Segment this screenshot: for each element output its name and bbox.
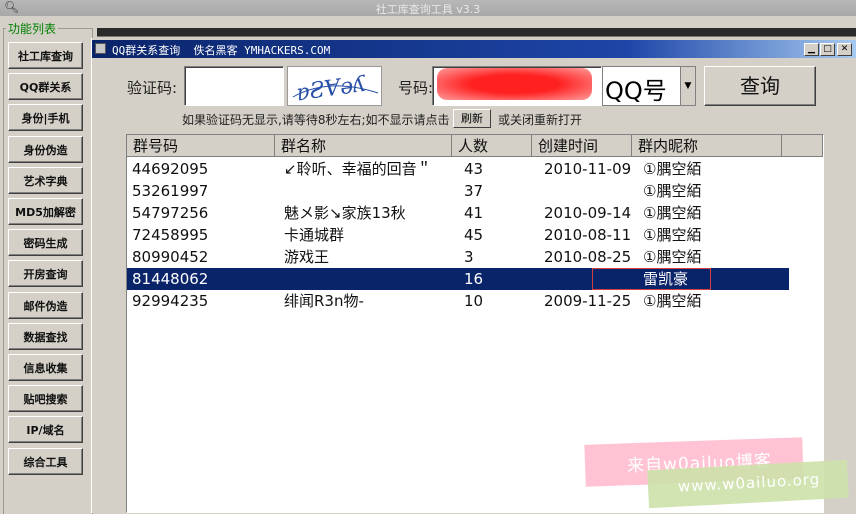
query-type-select[interactable]: QQ号 ▼ — [602, 66, 696, 106]
child-titlebar[interactable]: QQ群关系查询 佚名黑客 YMHACKERS.COM ▁ □ ✕ — [92, 40, 856, 58]
cell-id: 54797256 — [132, 204, 209, 222]
cell-created: 2010-11-09 — [544, 160, 632, 178]
captcha-input[interactable] — [184, 66, 284, 106]
sidebar-button[interactable]: 身份|手机 — [8, 104, 83, 132]
window-icon — [95, 43, 106, 54]
cell-created: 2010-09-14 — [544, 204, 632, 222]
column-header-filler — [782, 135, 823, 157]
cell-id: 53261997 — [132, 182, 209, 200]
watermark-url: www.w0ailuo.org — [677, 470, 821, 496]
child-title: QQ群关系查询 佚名黑客 YMHACKERS.COM — [112, 44, 331, 57]
app-title: 社工库查询工具 v3.3 — [375, 3, 481, 16]
sidebar-button[interactable]: 综合工具 — [8, 447, 83, 475]
sidebar-button[interactable]: 艺术字典 — [8, 166, 83, 194]
cell-nick: ①腢空絔 — [643, 226, 702, 244]
cell-name: 卡通城群 — [284, 226, 345, 244]
cell-created: 2010-08-11 — [544, 226, 632, 244]
function-list-legend: 功能列表 — [6, 20, 59, 37]
cell-name: 游戏王 — [284, 248, 330, 266]
sidebar-button[interactable]: 数据查找 — [8, 322, 83, 350]
cell-nick: ①腢空絔 — [643, 292, 702, 310]
cell-id: 80990452 — [132, 248, 209, 266]
cell-count: 45 — [464, 226, 484, 244]
cell-count: 16 — [464, 270, 484, 288]
app-titlebar[interactable]: 🔍︎ 社工库查询工具 v3.3 — [0, 0, 856, 16]
cell-nick: ①腢空絔 — [643, 182, 702, 200]
column-header[interactable]: 群名称 — [275, 135, 452, 157]
column-header[interactable]: 群号码 — [127, 135, 275, 157]
cell-created: 2009-11-25 — [544, 292, 632, 310]
sidebar-button[interactable]: 贴吧搜索 — [8, 385, 83, 413]
cell-count: 37 — [464, 182, 484, 200]
table-row[interactable]: 44692095 ↙聆听、幸福的回音＂ 43 2010-11-09 ①腢空絔 — [127, 158, 789, 180]
cell-count: 43 — [464, 160, 484, 178]
table-row[interactable]: 92994235 绯闻R3n物- 10 2009-11-25 ①腢空絔 — [127, 290, 789, 312]
chevron-down-icon[interactable]: ▼ — [680, 67, 695, 105]
close-button[interactable]: ✕ — [837, 43, 852, 56]
captcha-label: 验证码: — [127, 79, 178, 97]
cell-name: ↙聆听、幸福的回音＂ — [284, 160, 432, 178]
table-row[interactable]: 53261997 37 ①腢空絔 — [127, 180, 789, 202]
number-label: 号码: — [398, 79, 434, 97]
focus-rectangle — [592, 268, 711, 290]
sidebar-button[interactable]: 开房查询 — [8, 260, 83, 288]
cell-nick: ①腢空絔 — [643, 160, 702, 178]
query-button[interactable]: 查询 — [704, 66, 816, 106]
sidebar-button[interactable]: 信息收集 — [8, 354, 83, 381]
cell-name: 绯闻R3n物- — [284, 292, 364, 310]
cell-nick: ①腢空絔 — [643, 204, 702, 222]
maximize-button[interactable]: □ — [820, 43, 835, 56]
column-header[interactable]: 创建时间 — [532, 135, 632, 157]
cell-count: 3 — [464, 248, 474, 266]
refresh-button[interactable]: 刷新 — [453, 109, 491, 128]
captcha-hint: 如果验证码无显示,请等待8秒左右;如不显示请点击 — [182, 113, 450, 127]
cell-name: 魅メ影↘家族13秋 — [284, 204, 406, 222]
sidebar-button[interactable]: 身份伪造 — [8, 135, 83, 163]
cell-count: 41 — [464, 204, 484, 222]
sidebar-button[interactable]: MD5加解密 — [8, 198, 83, 225]
cell-id: 72458995 — [132, 226, 209, 244]
sidebar-button[interactable]: IP/域名 — [8, 416, 83, 444]
captcha-text: ɐƧⱯəʎ — [295, 72, 369, 106]
sidebar-button[interactable]: 社工库查询 — [8, 42, 83, 69]
cell-nick: ①腢空絔 — [643, 248, 702, 266]
query-type-value: QQ号 — [605, 77, 667, 105]
cell-id: 81448062 — [132, 270, 209, 288]
minimize-button[interactable]: ▁ — [804, 43, 819, 56]
cell-id: 92994235 — [132, 292, 209, 310]
table-row[interactable]: 80990452 游戏王 3 2010-08-25 ①腢空絔 — [127, 246, 789, 268]
captcha-hint-tail: 或关闭重新打开 — [498, 113, 583, 127]
column-header[interactable]: 人数 — [452, 135, 532, 157]
cell-created: 2010-08-25 — [544, 248, 632, 266]
cell-count: 10 — [464, 292, 484, 310]
sidebar-button[interactable]: QQ群关系 — [8, 73, 83, 101]
table-row[interactable]: 81448062 16 雷凯豪 — [127, 268, 789, 290]
sidebar-button[interactable]: 密码生成 — [8, 229, 83, 257]
column-header[interactable]: 群内昵称 — [632, 135, 782, 157]
cell-id: 44692095 — [132, 160, 209, 178]
redacted-number — [437, 68, 592, 100]
captcha-image: ɐƧⱯəʎ — [287, 66, 382, 106]
top-strip — [97, 28, 856, 37]
table-row[interactable]: 54797256 魅メ影↘家族13秋 41 2010-09-14 ①腢空絔 — [127, 202, 789, 224]
table-row[interactable]: 72458995 卡通城群 45 2010-08-11 ①腢空絔 — [127, 224, 789, 246]
sidebar-button[interactable]: 邮件伪造 — [8, 291, 83, 319]
